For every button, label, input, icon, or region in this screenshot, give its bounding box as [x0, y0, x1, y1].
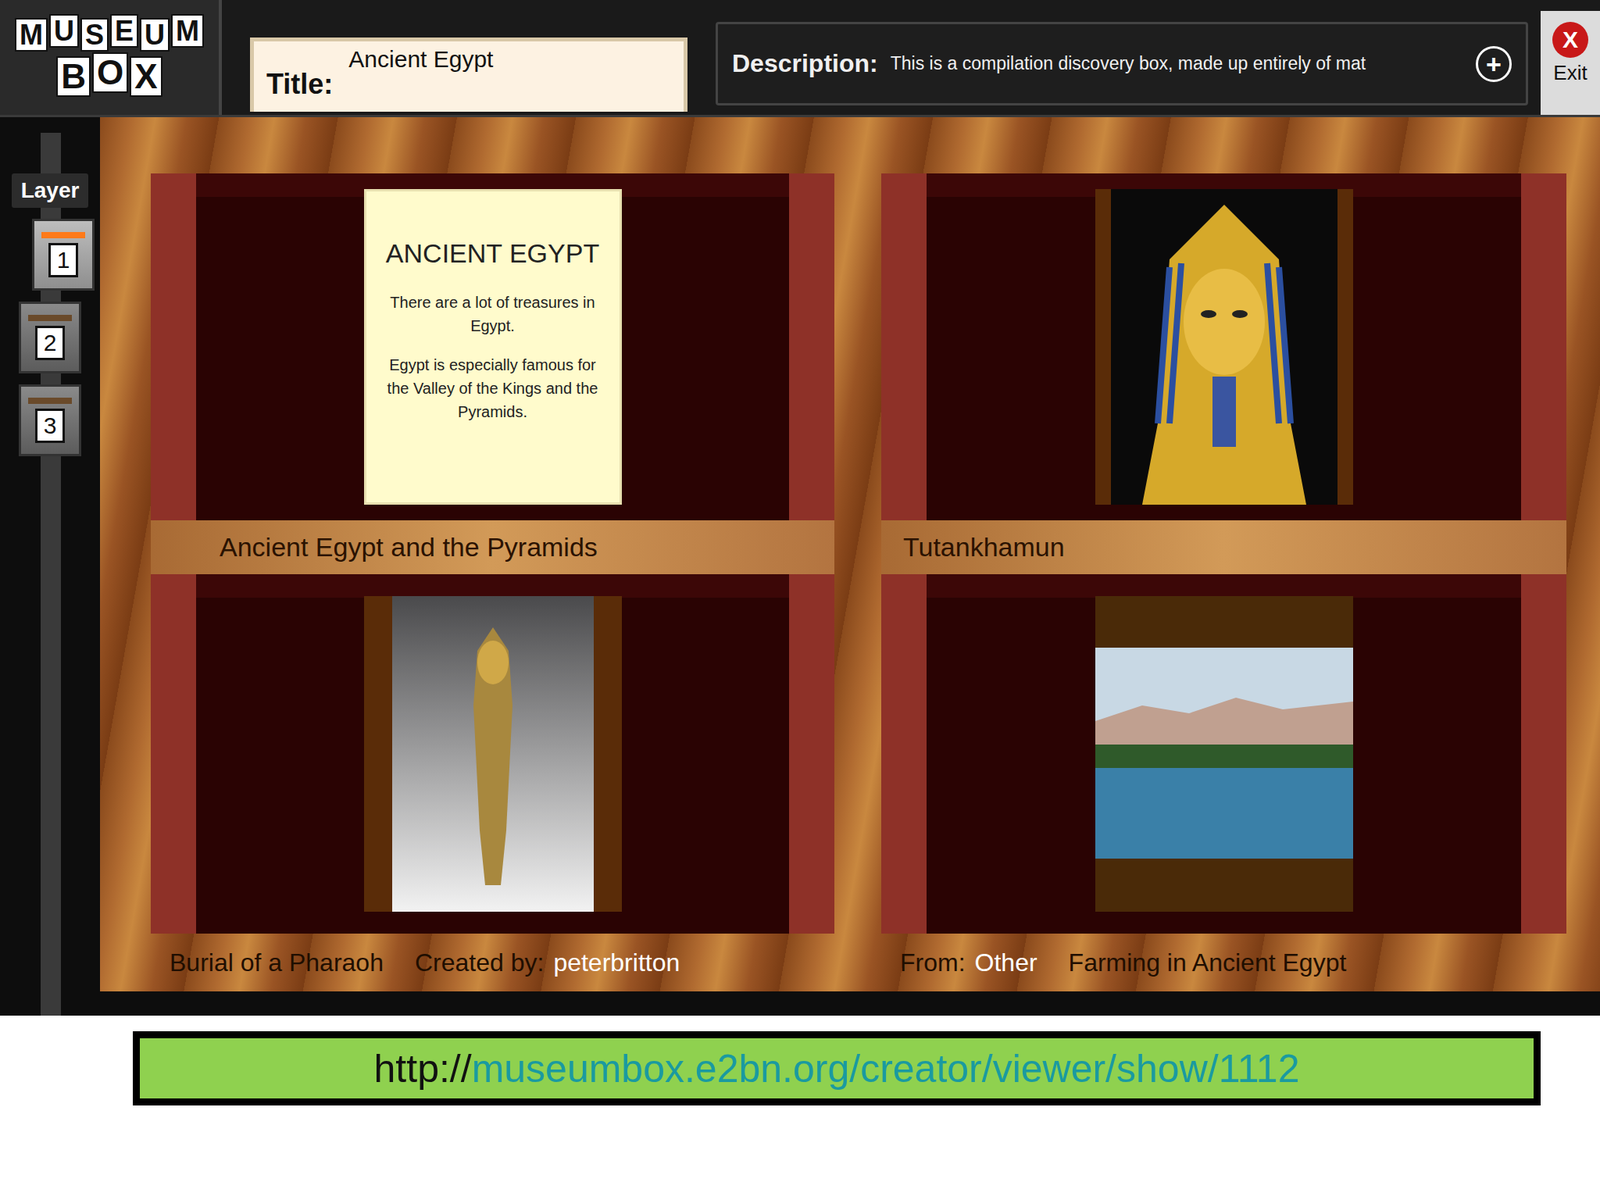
- wood-edge: [834, 173, 882, 521]
- coffin-photo[interactable]: [364, 596, 622, 912]
- compartment-caption: Farming in Ancient Egypt: [1068, 948, 1347, 978]
- footer-strip: Burial of a Pharaoh Created by: peterbritt…: [100, 933, 1600, 992]
- logo-row: MUSEUM: [14, 17, 204, 53]
- museum-box: ANCIENT EGYPT There are a lot of treasure…: [100, 117, 1600, 1016]
- creator-name: peterbritton: [553, 948, 680, 977]
- wood-edge: [834, 933, 882, 992]
- layer-bar: [28, 314, 72, 322]
- layer-button[interactable]: 3: [18, 384, 82, 457]
- logo-letter: U: [49, 14, 79, 49]
- note-heading: ANCIENT EGYPT: [383, 238, 603, 269]
- main-area: Layer 1 2 3 ANCIENT EGYPT There are a lot of …: [0, 117, 1600, 1016]
- box-base: [100, 991, 1600, 1016]
- title-field[interactable]: Title: Ancient Egypt: [250, 37, 688, 112]
- logo-letter: B: [56, 56, 91, 97]
- river-photo[interactable]: [1095, 596, 1354, 912]
- link-prefix: http://: [374, 1046, 472, 1092]
- note-text: Egypt is especially famous for the Valle…: [383, 353, 603, 424]
- description-value: This is a compilation discovery box, mad…: [890, 53, 1464, 75]
- wood-edge: [1566, 173, 1600, 521]
- wood-edge: [834, 574, 882, 934]
- logo: MUSEUMBOX: [0, 0, 222, 115]
- mask-photo[interactable]: [1095, 189, 1354, 505]
- compartment: [150, 574, 835, 934]
- compartment-caption: Ancient Egypt and the Pyramids: [150, 520, 835, 575]
- top-bar: MUSEUMBOXTitle:Ancient EgyptDescription:…: [0, 0, 1600, 118]
- layer-number: 3: [35, 408, 66, 443]
- title-label: Title:: [266, 67, 333, 108]
- logo-letter: M: [14, 17, 48, 53]
- wood-top: [100, 117, 1600, 174]
- description-panel: Description: This is a compilation discov…: [715, 21, 1529, 106]
- description-label: Description:: [732, 49, 879, 79]
- from-value: Other: [975, 948, 1038, 977]
- source-info: From: Other: [900, 948, 1038, 978]
- wood-edge: [100, 574, 151, 934]
- logo-row: BOX: [56, 56, 162, 97]
- layer-button[interactable]: 2: [18, 301, 82, 374]
- layer-sidebar: Layer 1 2 3: [0, 117, 100, 1016]
- exit-label: Exit: [1553, 60, 1587, 86]
- logo-letter: M: [171, 14, 204, 49]
- layer-number: 2: [35, 325, 66, 361]
- layer-button[interactable]: 1: [32, 218, 95, 291]
- wood-edge: [100, 933, 151, 992]
- logo-letter: U: [139, 17, 170, 53]
- compartment-caption: Tutankhamun: [881, 520, 1567, 575]
- wood-edge: [1566, 933, 1600, 992]
- museum-box-app: MUSEUMBOXTitle:Ancient EgyptDescription:…: [0, 0, 1600, 1016]
- from-label: From:: [900, 948, 966, 977]
- wood-edge: [1566, 574, 1600, 934]
- layer-label: Layer: [11, 173, 90, 208]
- note-text: There are a lot of treasures in Egypt.: [383, 290, 603, 338]
- wood-edge: [100, 520, 151, 575]
- creator-info: Created by: peterbritton: [414, 948, 680, 978]
- footer-right: From: Other Farming in Ancient Egypt: [881, 933, 1567, 992]
- exit-button[interactable]: XExit: [1540, 10, 1600, 115]
- compartment: ANCIENT EGYPT There are a lot of treasure…: [150, 173, 835, 521]
- logo-letter: E: [110, 14, 139, 49]
- wood-edge: [834, 520, 882, 575]
- layer-bar: [41, 232, 86, 239]
- link-banner-wrap: http://museumbox.e2bn.org/creator/viewer…: [0, 1015, 1600, 1106]
- wood-edge: [1566, 520, 1600, 575]
- close-icon: X: [1552, 21, 1589, 58]
- note-card[interactable]: ANCIENT EGYPT There are a lot of treasure…: [364, 189, 622, 505]
- footer-left: Burial of a Pharaoh Created by: peterbritt…: [150, 933, 835, 992]
- compartment-caption: Burial of a Pharaoh: [169, 948, 384, 978]
- title-value: Ancient Egypt: [348, 46, 493, 73]
- link-path: museumbox.e2bn.org/creator/viewer/show/1…: [471, 1046, 1300, 1092]
- logo-letter: O: [92, 52, 129, 93]
- caption-strip: Ancient Egypt and the Pyramids Tutankhamu…: [100, 520, 1600, 575]
- box-row: [100, 574, 1600, 934]
- expand-icon[interactable]: +: [1475, 46, 1512, 83]
- wood-edge: [100, 173, 151, 521]
- logo-letter: X: [129, 56, 162, 97]
- compartment: [881, 574, 1567, 934]
- layer-number: 1: [48, 242, 79, 278]
- compartment: [881, 173, 1567, 521]
- logo-letter: S: [80, 17, 109, 53]
- box-row: ANCIENT EGYPT There are a lot of treasure…: [100, 173, 1600, 521]
- link-banner[interactable]: http://museumbox.e2bn.org/creator/viewer…: [132, 1031, 1541, 1106]
- created-label: Created by:: [414, 948, 544, 977]
- layer-bar: [28, 397, 72, 404]
